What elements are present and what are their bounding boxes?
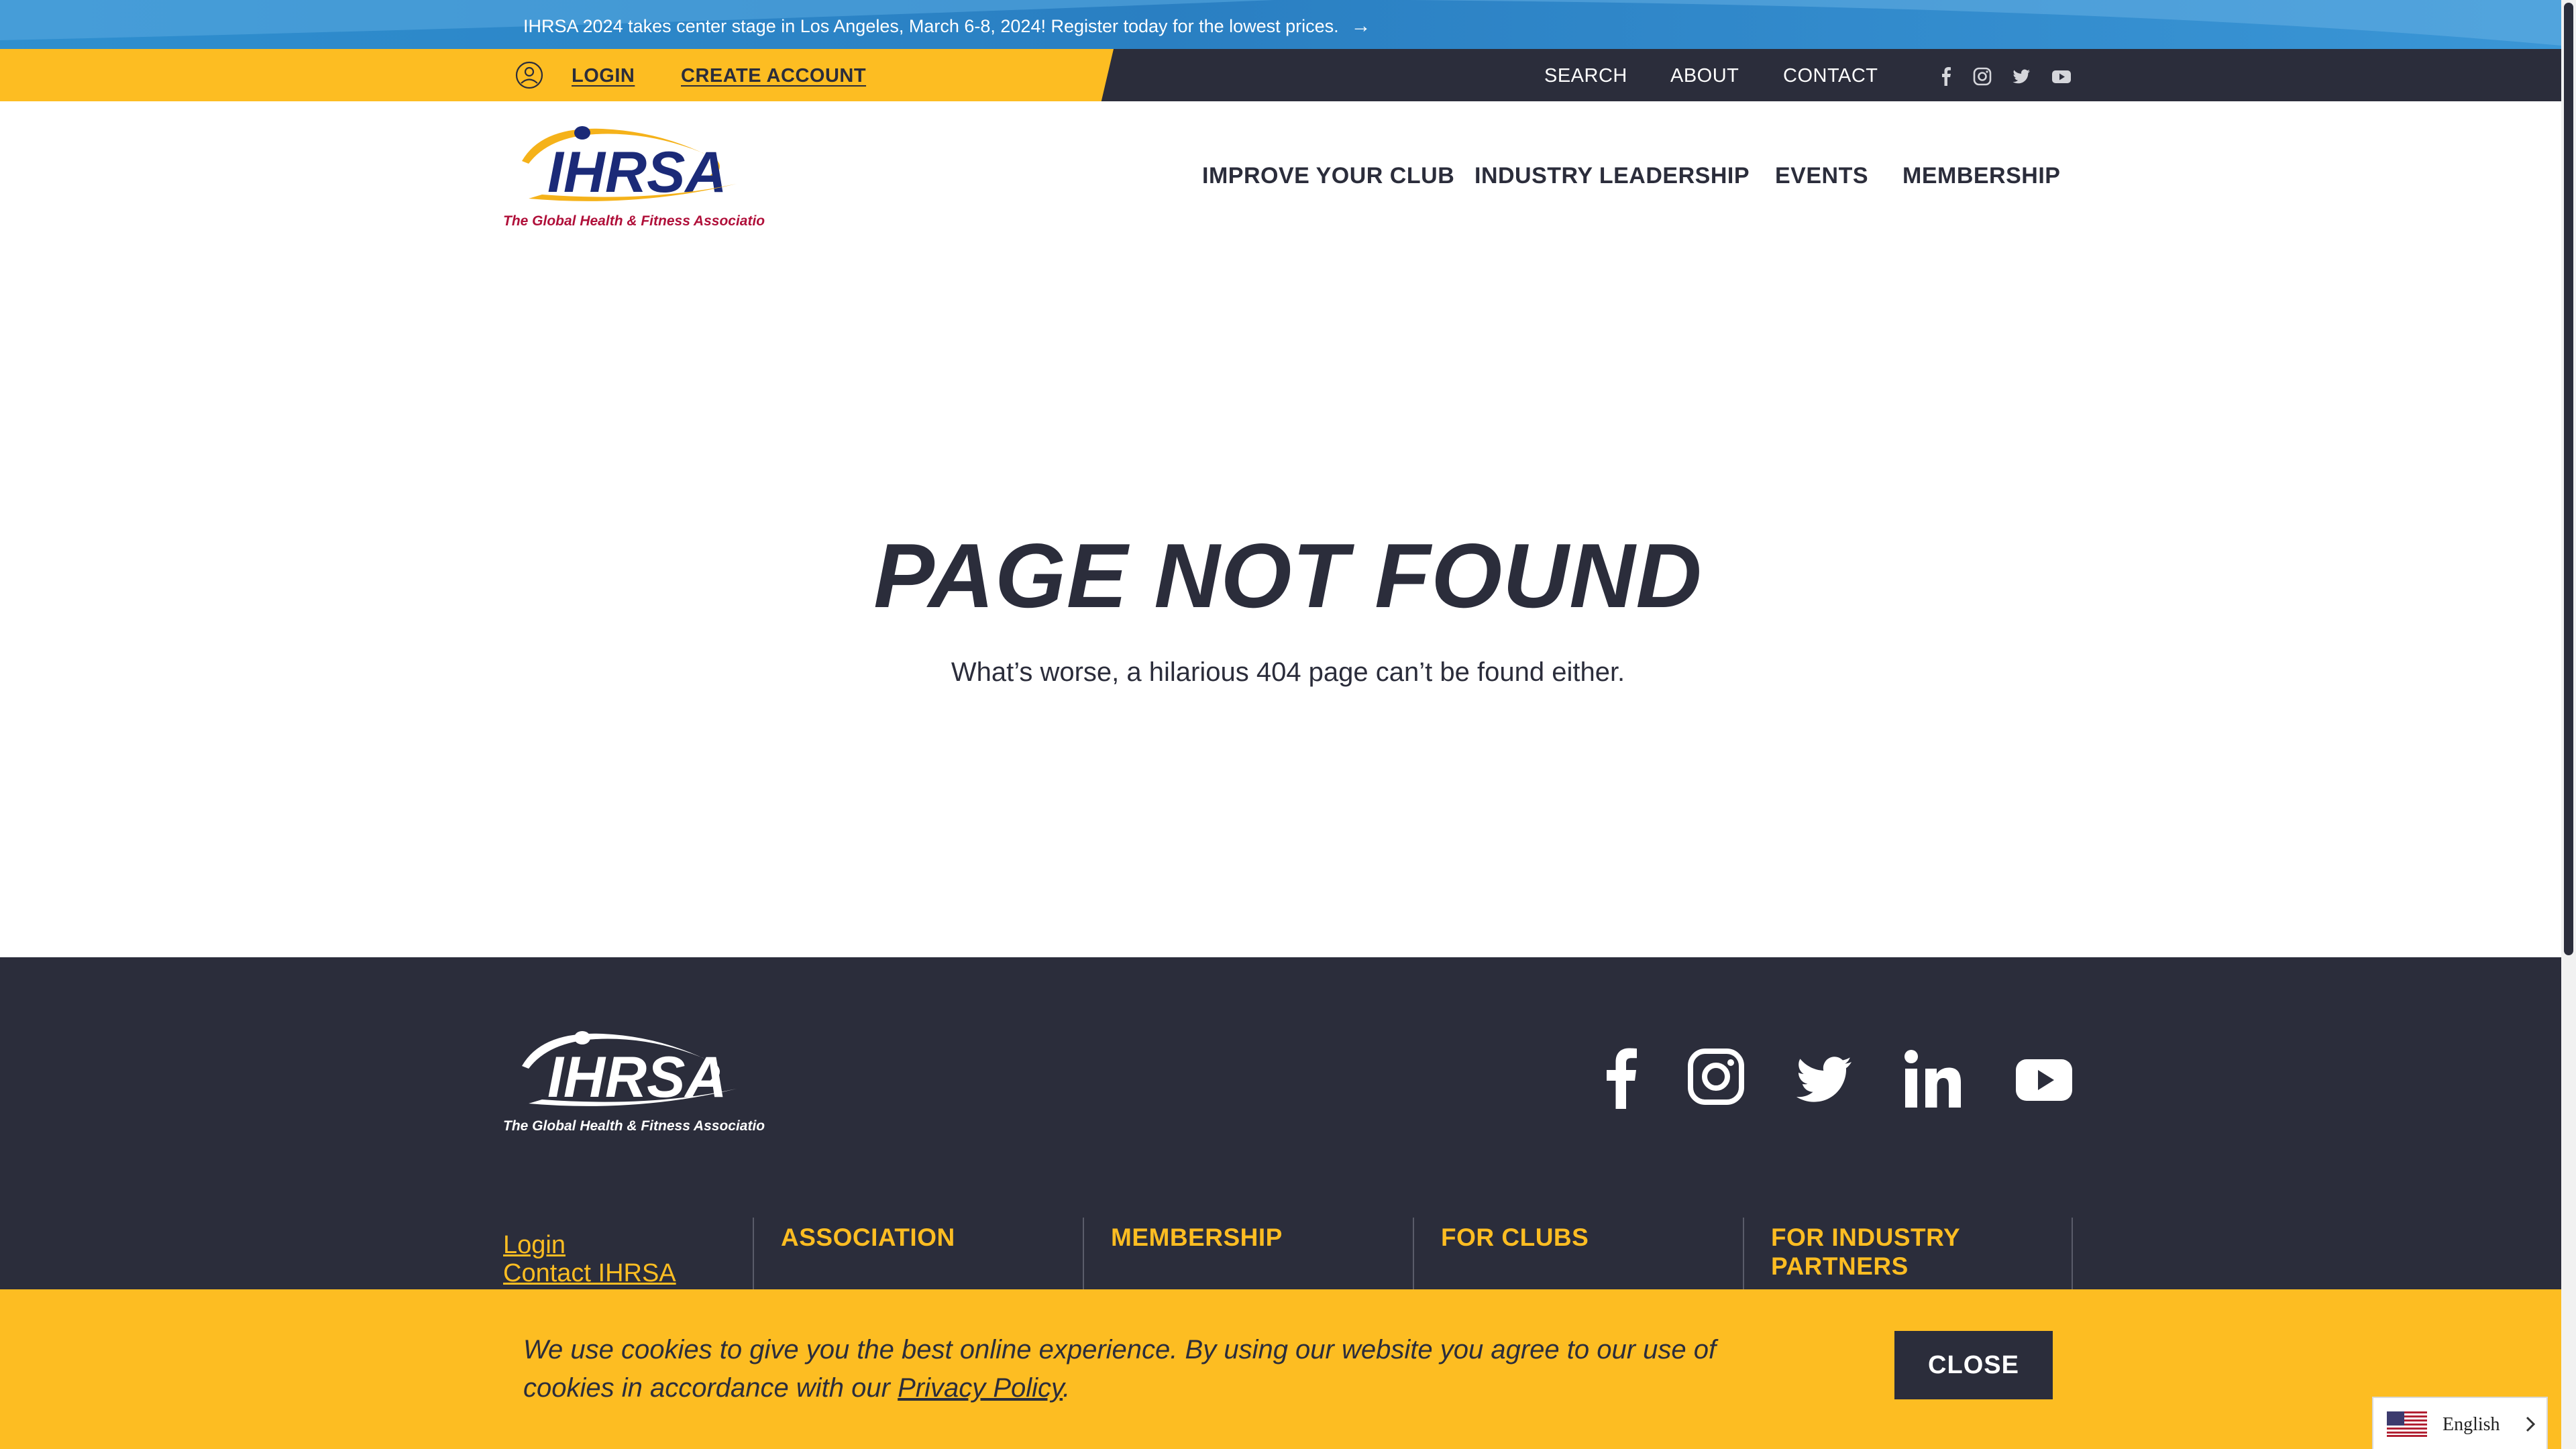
announcement-bar[interactable]: IHRSA 2024 takes center stage in Los Ang…	[0, 0, 2576, 49]
cookie-banner: We use cookies to give you the best onli…	[0, 1289, 2576, 1449]
utility-bar: LOGIN CREATE ACCOUNT SEARCH ABOUT CONTAC…	[0, 49, 2576, 101]
nav-improve-your-club[interactable]: IMPROVE YOUR CLUB	[1202, 163, 1454, 189]
us-flag-icon	[2387, 1411, 2427, 1437]
footer-contact-link[interactable]: Contact IHRSA	[503, 1259, 676, 1288]
footer-youtube-icon[interactable]	[2015, 1044, 2073, 1112]
contact-link[interactable]: CONTACT	[1783, 65, 1878, 87]
footer-column-title[interactable]: MEMBERSHIP	[1111, 1223, 1399, 1252]
footer-logo-wordmark: IHRSA	[547, 1045, 727, 1110]
utility-account-area	[0, 49, 1114, 101]
logo-wordmark: IHRSA	[547, 140, 727, 205]
language-selector[interactable]: English	[2372, 1397, 2548, 1449]
nav-events[interactable]: EVENTS	[1775, 163, 1868, 189]
footer-column-title[interactable]: FOR CLUBS	[1441, 1223, 1729, 1252]
twitter-icon[interactable]	[2011, 66, 2031, 87]
cookie-text-end: .	[1063, 1373, 1071, 1403]
footer-column-association: ASSOCIATION	[753, 1218, 1083, 1298]
footer-linkedin-icon[interactable]	[1904, 1044, 1962, 1112]
chevron-right-icon	[2526, 1416, 2536, 1432]
nav-industry-leadership[interactable]: INDUSTRY LEADERSHIP	[1474, 163, 1750, 189]
announcement-text: IHRSA 2024 takes center stage in Los Ang…	[523, 16, 1339, 36]
search-link[interactable]: SEARCH	[1544, 65, 1627, 87]
logo-tagline: The Global Health & Fitness Association	[503, 213, 765, 229]
footer-facebook-icon[interactable]	[1602, 1044, 1640, 1112]
about-link[interactable]: ABOUT	[1670, 65, 1739, 87]
footer-column-title[interactable]: ASSOCIATION	[781, 1223, 1069, 1252]
user-icon[interactable]	[515, 61, 543, 89]
youtube-icon[interactable]	[2051, 66, 2072, 87]
cookie-text: We use cookies to give you the best onli…	[523, 1335, 1717, 1403]
footer-twitter-icon[interactable]	[1795, 1044, 1853, 1112]
cookie-message: We use cookies to give you the best onli…	[523, 1331, 1798, 1407]
instagram-icon[interactable]	[1972, 66, 1992, 87]
footer-instagram-icon[interactable]	[1688, 1044, 1744, 1112]
announcement-link[interactable]: IHRSA 2024 takes center stage in Los Ang…	[523, 15, 1371, 38]
nav-membership[interactable]: MEMBERSHIP	[1902, 163, 2060, 189]
footer-logo-tagline: The Global Health & Fitness Association	[503, 1118, 765, 1134]
footer-login-link[interactable]: Login	[503, 1231, 566, 1260]
ihrsa-logo[interactable]: IHRSA The Global Health & Fitness Associ…	[502, 119, 773, 233]
footer-logo-graphic: IHRSA The Global Health & Fitness Associ…	[503, 1031, 773, 1134]
page-title: PAGE NOT FOUND	[873, 525, 1703, 627]
footer-column-title[interactable]: FOR INDUSTRY PARTNERS	[1771, 1223, 1999, 1281]
facebook-icon[interactable]	[1936, 66, 1956, 87]
footer-column-membership: MEMBERSHIP	[1083, 1218, 1413, 1298]
ihrsa-logo-graphic: IHRSA The Global Health & Fitness Associ…	[503, 126, 773, 229]
footer-column-for-clubs: FOR CLUBS	[1413, 1218, 1743, 1298]
footer-logo[interactable]: IHRSA The Global Health & Fitness Associ…	[502, 1024, 773, 1138]
arrow-right-icon: →	[1350, 15, 1371, 37]
page-scrollbar[interactable]	[2561, 0, 2576, 1449]
footer-column-for-industry-partners: FOR INDUSTRY PARTNERS	[1743, 1218, 2073, 1298]
privacy-policy-link[interactable]: Privacy Policy	[898, 1373, 1063, 1403]
login-link[interactable]: LOGIN	[572, 65, 635, 87]
create-account-link[interactable]: CREATE ACCOUNT	[681, 65, 866, 87]
scrollbar-thumb[interactable]	[2564, 3, 2573, 955]
page-subtitle: What’s worse, a hilarious 404 page can’t…	[951, 657, 1625, 687]
cookie-close-button[interactable]: CLOSE	[1894, 1331, 2053, 1399]
language-label: English	[2443, 1414, 2500, 1435]
